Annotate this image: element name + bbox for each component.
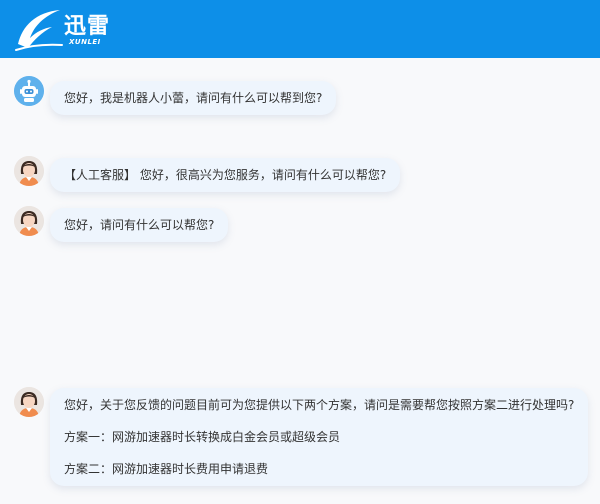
agent-portrait-icon <box>14 206 44 236</box>
message-bubble: 您好，请问有什么可以帮您? <box>50 208 229 242</box>
agent-avatar <box>14 156 44 186</box>
message-text: 您好，我是机器人小蕾，请问有什么可以帮到您? <box>64 91 323 105</box>
brand-sub: XUNLEI <box>69 38 101 46</box>
app-header: 迅雷 XUNLEI <box>0 0 600 58</box>
agent-portrait-icon <box>14 387 44 417</box>
message-text: 【人工客服】 您好，很高兴为您服务，请问有什么可以帮您? <box>64 168 387 182</box>
robot-avatar <box>14 76 44 106</box>
plan-one-text: 方案一：网游加速器时长转换成白金会员或超级会员 <box>64 430 341 444</box>
message-text: 您好，关于您反馈的问题目前可为您提供以下两个方案，请问是需要帮您按照方案二进行处… <box>64 398 575 412</box>
agent-avatar <box>14 206 44 236</box>
xunlei-logo[interactable]: 迅雷 XUNLEI <box>14 4 124 52</box>
bird-logo-icon <box>15 10 63 51</box>
agent-portrait-icon <box>14 156 44 186</box>
plan-two-text: 方案二：网游加速器时长费用申请退费 <box>64 462 269 476</box>
message-bubble: 您好，我是机器人小蕾，请问有什么可以帮到您? <box>50 81 337 115</box>
message-text: 您好，请问有什么可以帮您? <box>64 218 215 232</box>
brand-name: 迅雷 <box>64 14 111 39</box>
message-bubble: 您好，关于您反馈的问题目前可为您提供以下两个方案，请问是需要帮您按照方案二进行处… <box>50 388 589 486</box>
message-bubble: 【人工客服】 您好，很高兴为您服务，请问有什么可以帮您? <box>50 158 401 192</box>
robot-icon <box>14 76 44 106</box>
agent-avatar <box>14 387 44 417</box>
